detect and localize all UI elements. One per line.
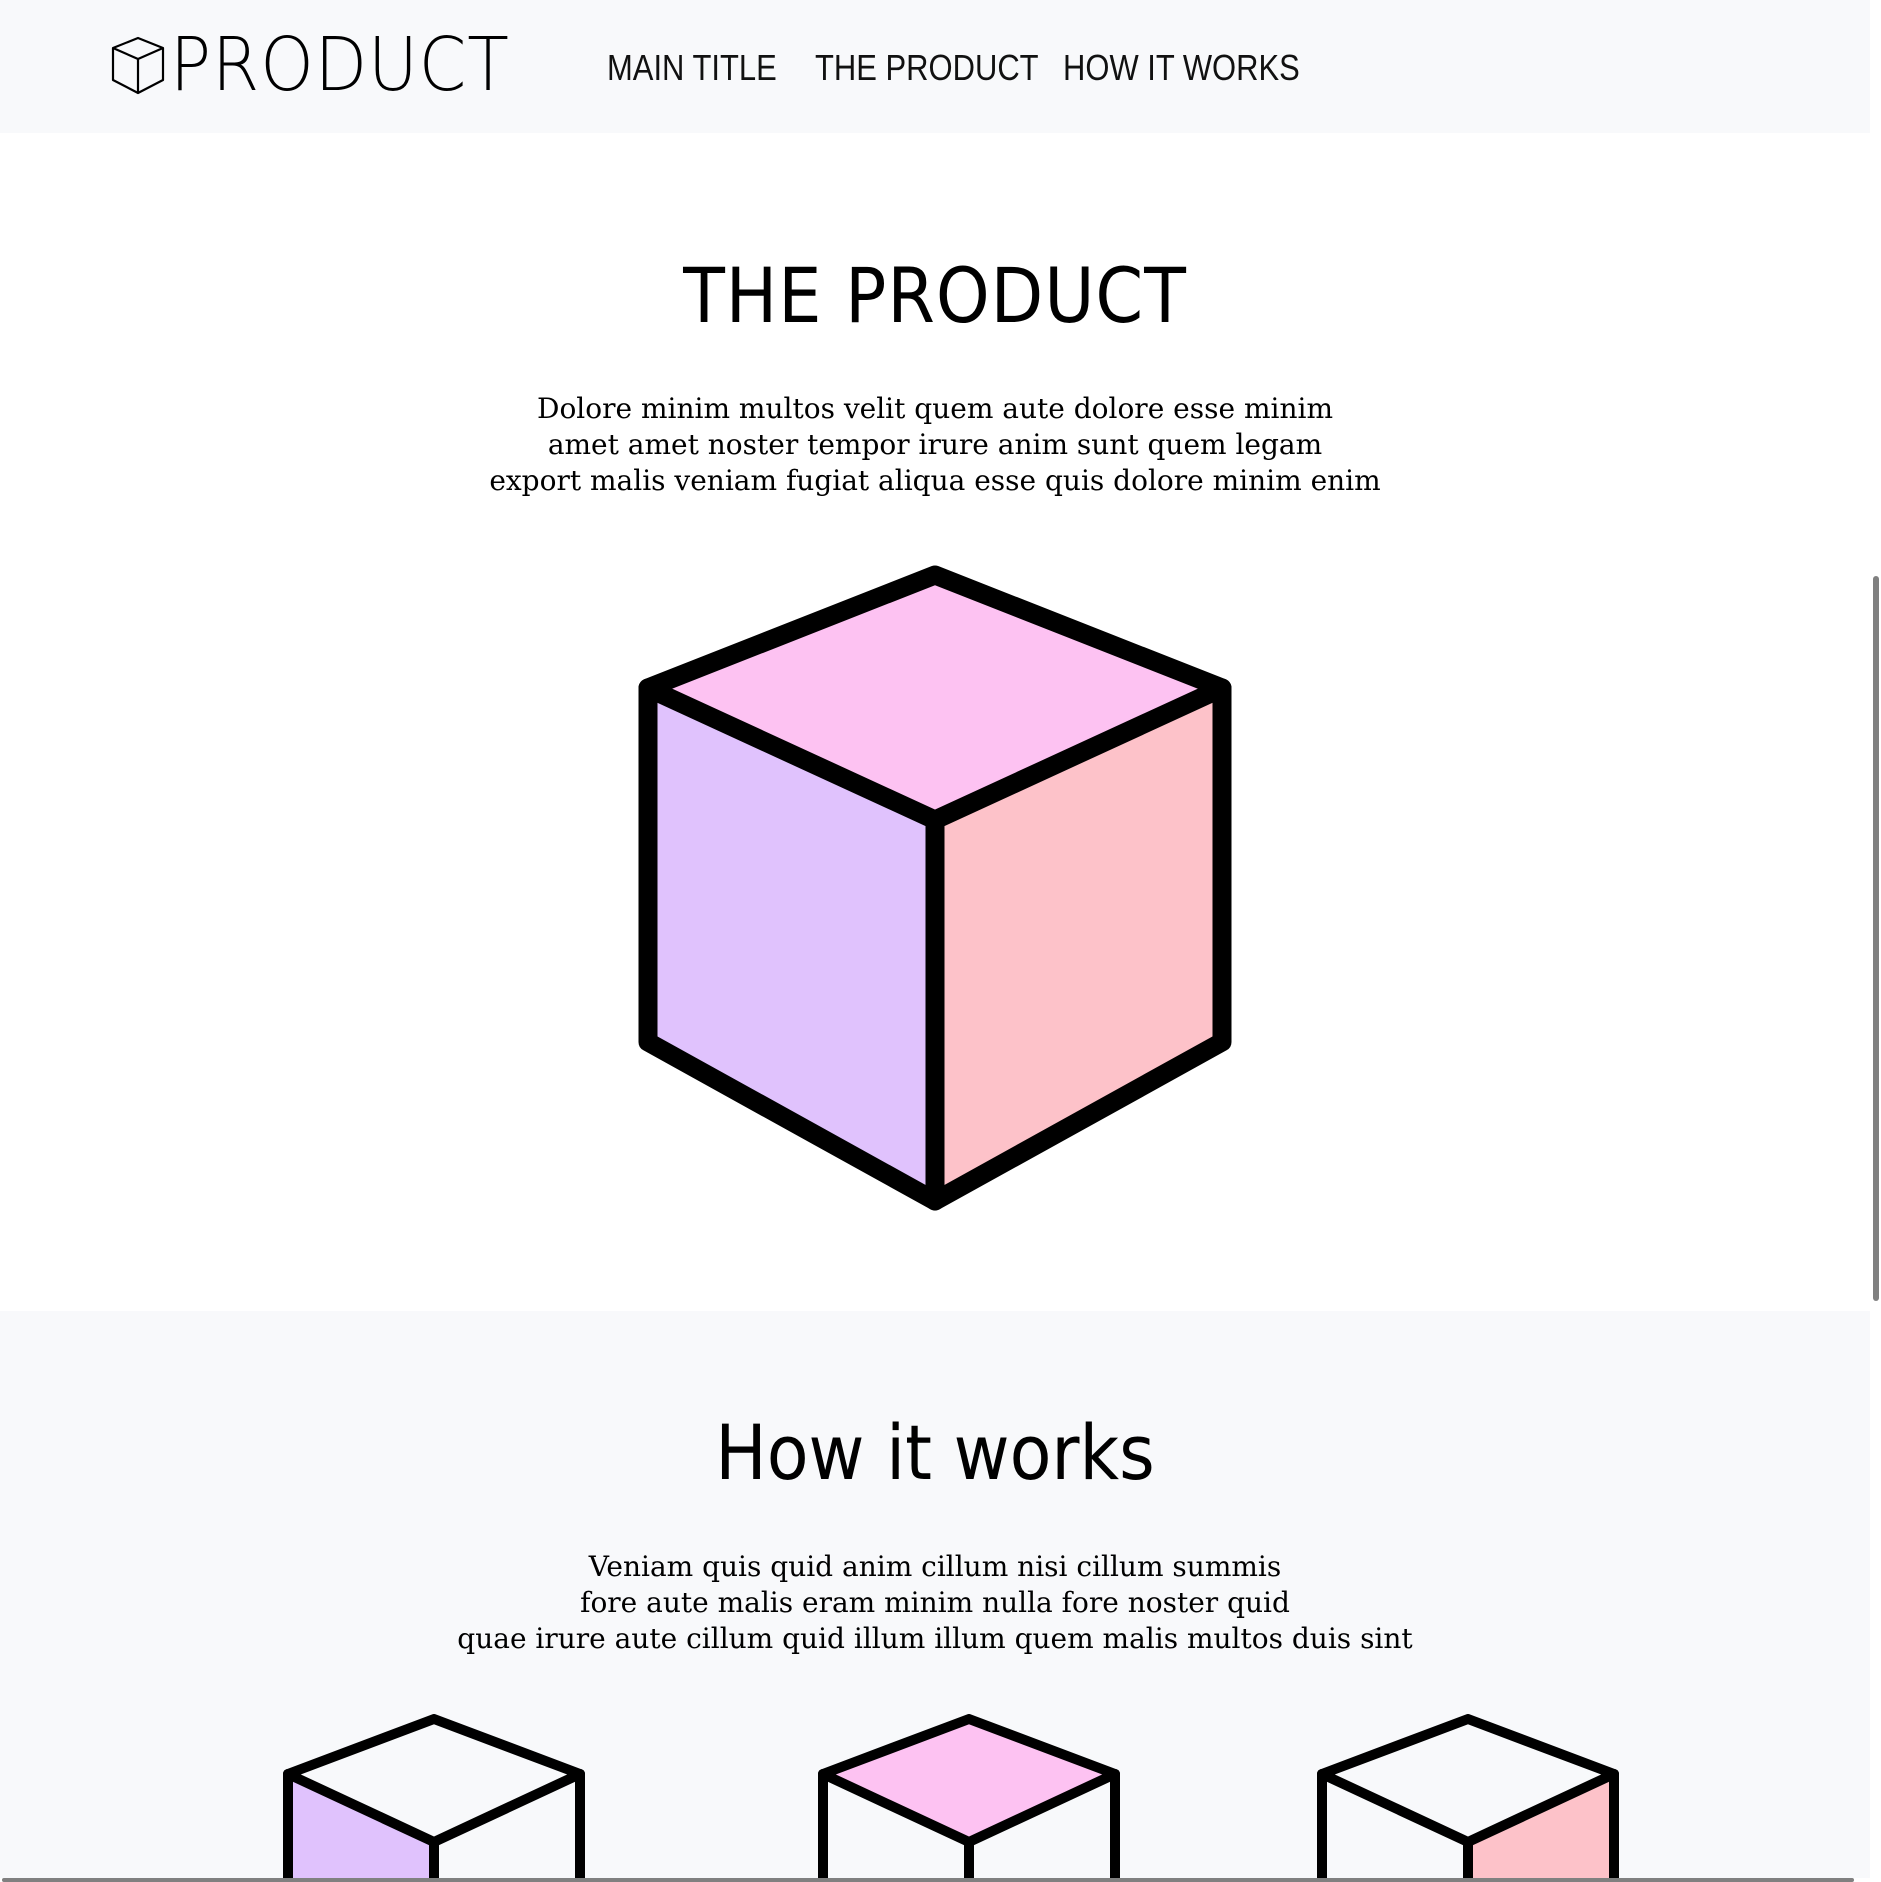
product-section: THE PRODUCT Dolore minim multos velit qu… — [0, 133, 1870, 1311]
horizontal-scrollbar-thumb[interactable] — [2, 1878, 1854, 1882]
cube-icon — [638, 565, 1232, 1211]
cube-right-face-icon — [1317, 1714, 1619, 1882]
how-text-line: Veniam quis quid anim cillum nisi cillum… — [588, 1550, 1282, 1583]
how-section-title: How it works — [715, 1408, 1155, 1497]
brand-logo-link[interactable]: PRODUCT — [110, 22, 539, 108]
site-header: PRODUCT MAIN TITLE THE PRODUCT HOW IT WO… — [0, 0, 1870, 133]
brand-name: PRODUCT — [170, 22, 510, 108]
product-section-title: THE PRODUCT — [683, 251, 1187, 340]
vertical-scrollbar[interactable] — [1870, 0, 1881, 1882]
cube-outline-icon — [111, 36, 165, 95]
product-text-line: export malis veniam fugiat aliqua esse q… — [489, 464, 1381, 497]
cube-top-face-icon — [818, 1714, 1120, 1882]
vertical-scrollbar-thumb[interactable] — [1873, 576, 1879, 1301]
how-text-line: fore aute malis eram minim nulla fore no… — [580, 1586, 1290, 1619]
nav-link-the-product[interactable]: THE PRODUCT — [815, 44, 1039, 92]
main-nav: MAIN TITLE THE PRODUCT HOW IT WORKS — [607, 44, 1326, 92]
how-section-text: Veniam quis quid anim cillum nisi cillum… — [0, 1549, 1870, 1657]
how-it-works-section: How it works Veniam quis quid anim cillu… — [0, 1311, 1870, 1882]
nav-link-main-title[interactable]: MAIN TITLE — [607, 44, 777, 92]
product-section-text: Dolore minim multos velit quem aute dolo… — [0, 391, 1870, 499]
horizontal-scrollbar[interactable] — [0, 1878, 1870, 1882]
product-text-line: Dolore minim multos velit quem aute dolo… — [537, 392, 1333, 425]
cube-left-face-icon — [283, 1714, 585, 1882]
product-text-line: amet amet noster tempor irure anim sunt … — [547, 428, 1323, 461]
how-text-line: quae irure aute cillum quid illum illum … — [457, 1622, 1413, 1655]
nav-link-how-it-works[interactable]: HOW IT WORKS — [1063, 44, 1300, 92]
